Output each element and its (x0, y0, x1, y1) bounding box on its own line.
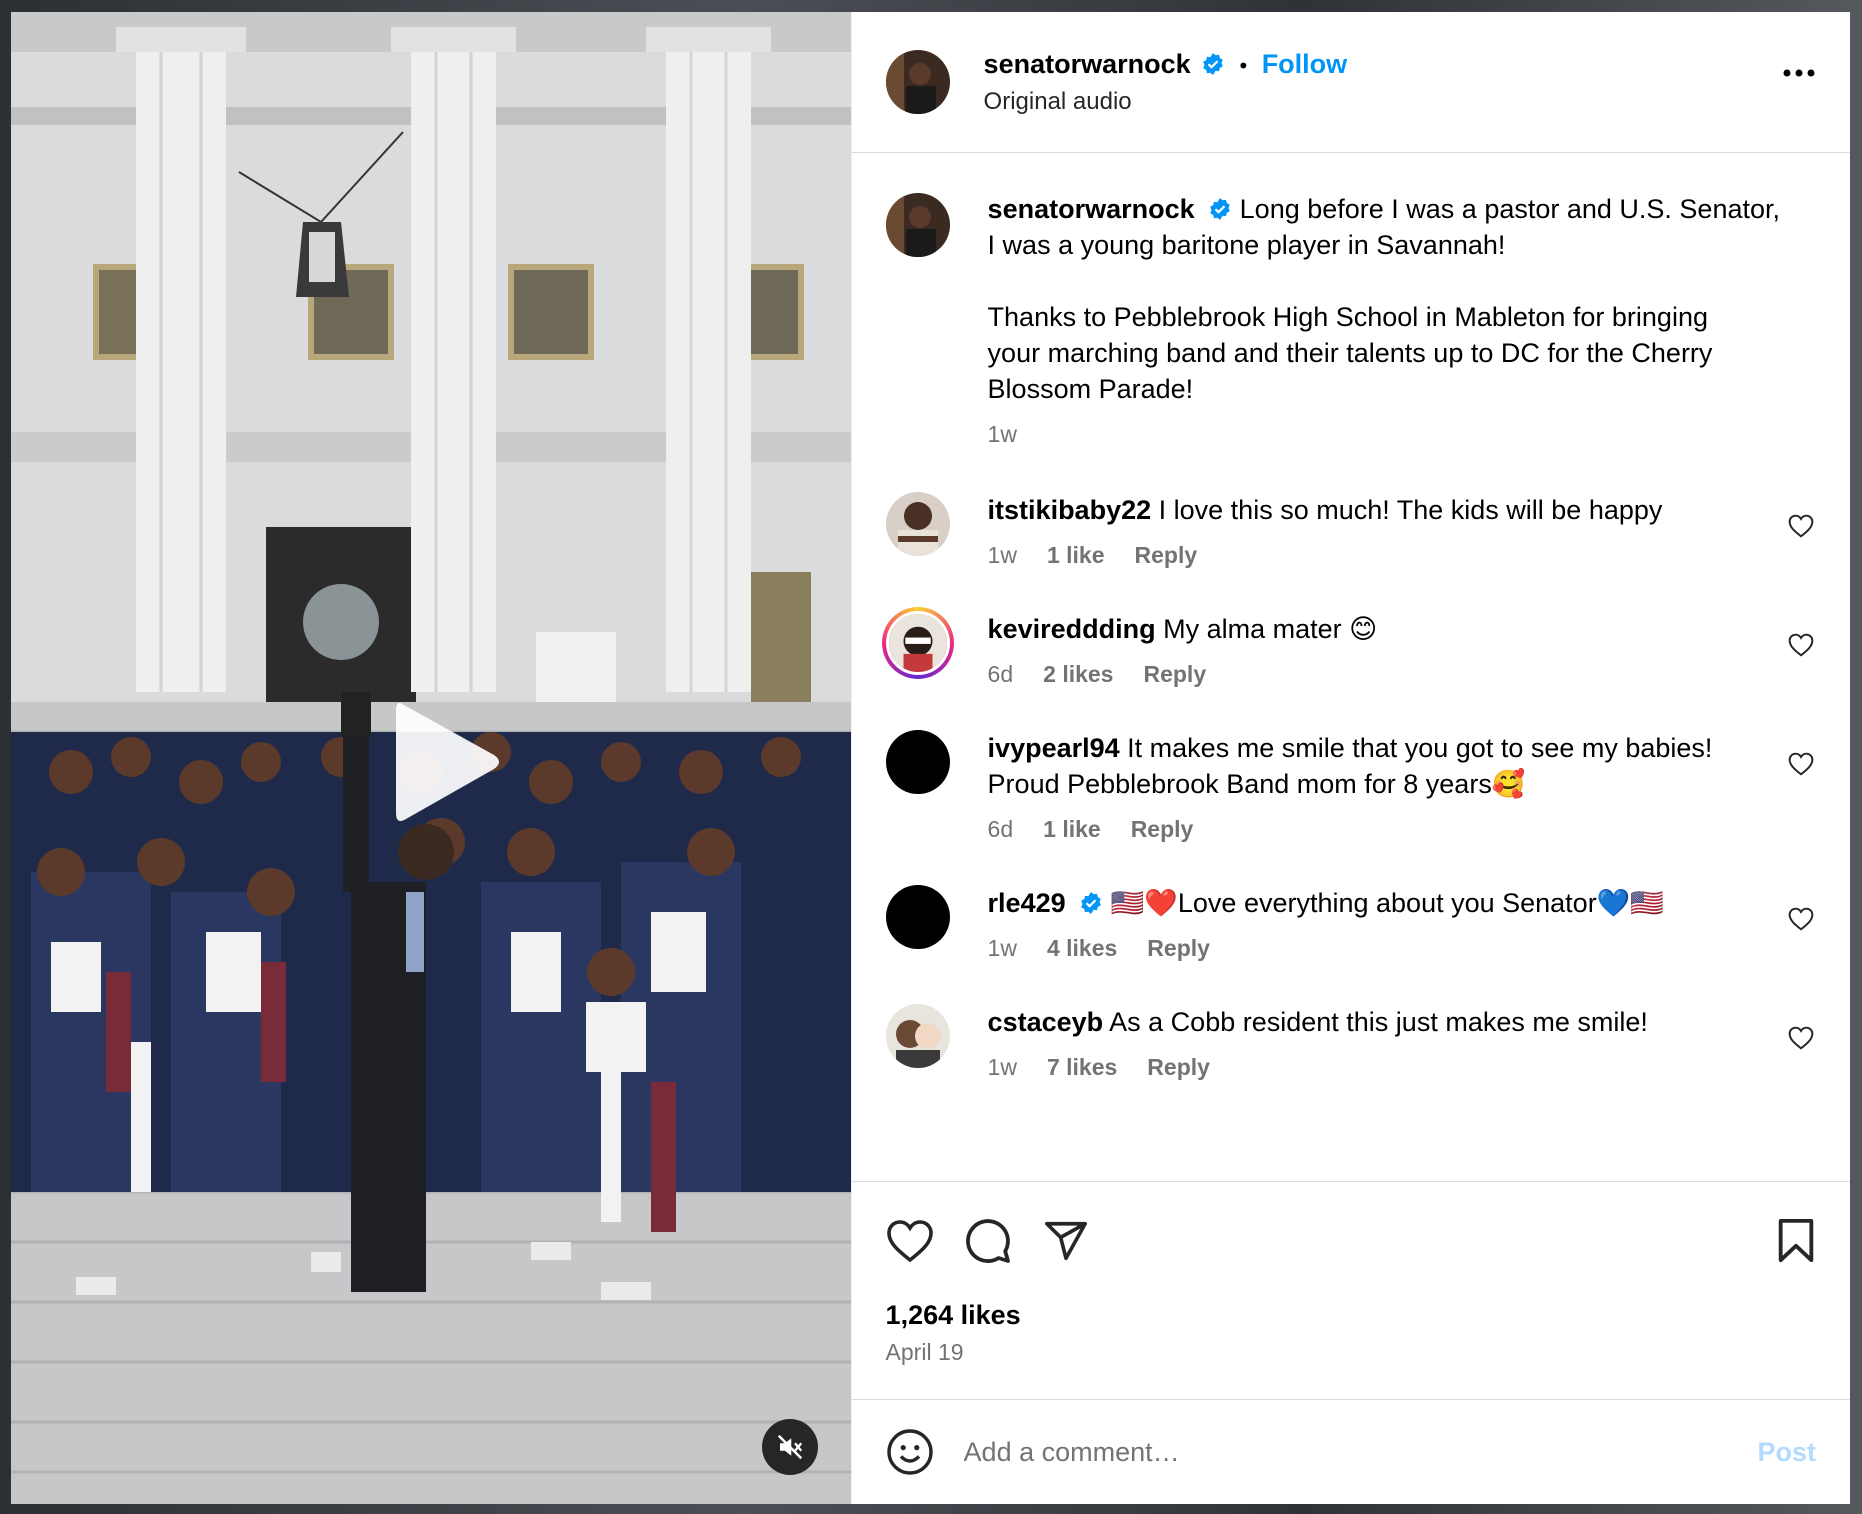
avatar[interactable] (885, 1004, 950, 1068)
speaker-muted-icon (777, 1434, 803, 1460)
caption-username[interactable]: senatorwarnock (988, 194, 1195, 224)
comment-text: As a Cobb resident this just makes me sm… (1109, 1007, 1648, 1037)
comment-username[interactable]: ivypearl94 (988, 733, 1120, 763)
post-actions-bar (851, 1181, 1850, 1300)
caption-text-line: your marching band and their talents up … (987, 338, 1713, 368)
avatar[interactable] (885, 193, 950, 257)
verified-badge-icon (1081, 892, 1101, 914)
heart-icon[interactable] (1788, 514, 1814, 538)
comment-item: kevireddding My alma mater 😊 6d 2 likes … (881, 607, 1816, 688)
comment-bubble-icon[interactable] (964, 1217, 1012, 1265)
heart-icon[interactable] (1788, 907, 1814, 931)
comment-item: rle429 🇺🇸❤️Love everything about you Sen… (885, 885, 1816, 962)
add-comment-bar: Post (851, 1399, 1850, 1504)
paper-plane-icon[interactable] (1042, 1218, 1090, 1264)
verified-badge-icon (1203, 52, 1223, 75)
comment-like-count[interactable]: 4 likes (1047, 935, 1117, 962)
comment-like-count[interactable]: 7 likes (1047, 1054, 1117, 1081)
post-date[interactable]: April 19 (852, 1331, 1850, 1399)
reply-button[interactable]: Reply (1143, 661, 1206, 688)
comment-text: My alma mater 😊 (1163, 614, 1378, 644)
reply-button[interactable]: Reply (1147, 935, 1210, 962)
more-options-icon[interactable] (1782, 68, 1816, 78)
caption-text-line: I was a young baritone player in Savanna… (987, 230, 1506, 260)
post-modal: senatorwarnock • Follow Original audio s… (11, 12, 1850, 1504)
post-comment-button[interactable]: Post (1757, 1437, 1816, 1468)
separator-dot: • (1239, 52, 1248, 78)
avatar[interactable] (885, 50, 950, 114)
comment-item: ivypearl94 It makes me smile that you go… (885, 730, 1816, 843)
avatar[interactable] (881, 607, 954, 679)
comment-text: 🇺🇸❤️Love everything about you Senator💙🇺🇸 (1110, 888, 1664, 918)
comment-text: I love this so much! The kids will be ha… (1158, 495, 1663, 525)
heart-icon[interactable] (1788, 1026, 1814, 1050)
mute-button[interactable] (762, 1419, 818, 1475)
audio-label[interactable]: Original audio (984, 88, 1348, 116)
comment-like-count[interactable]: 1 like (1043, 816, 1101, 843)
heart-icon[interactable] (1788, 633, 1814, 657)
comment-text: Proud Pebblebrook Band mom for 8 years🥰 (987, 769, 1526, 799)
comment-text: It makes me smile that you got to see my… (1127, 733, 1713, 763)
comment-input[interactable] (961, 1435, 1758, 1469)
avatar[interactable] (885, 492, 950, 556)
comment-timestamp[interactable]: 1w (988, 542, 1017, 569)
heart-icon[interactable] (886, 1219, 934, 1263)
avatar[interactable] (885, 730, 950, 794)
follow-button[interactable]: Follow (1262, 49, 1347, 79)
post-side-panel: senatorwarnock • Follow Original audio s… (850, 12, 1850, 1504)
post-caption: senatorwarnock Long before I was a pasto… (885, 193, 1816, 448)
play-icon[interactable] (366, 687, 516, 837)
comment-username[interactable]: rle429 (988, 888, 1066, 918)
comment-username[interactable]: itstikibaby22 (988, 495, 1152, 525)
bookmark-icon[interactable] (1776, 1218, 1816, 1264)
smiley-icon[interactable] (886, 1428, 934, 1476)
comment-item: itstikibaby22 I love this so much! The k… (885, 492, 1816, 569)
caption-timestamp[interactable]: 1w (988, 421, 1017, 448)
post-author-username[interactable]: senatorwarnock (984, 49, 1191, 79)
video-player[interactable] (11, 12, 851, 1504)
reply-button[interactable]: Reply (1147, 1054, 1210, 1081)
comment-timestamp[interactable]: 1w (988, 1054, 1017, 1081)
comment-like-count[interactable]: 1 like (1047, 542, 1105, 569)
comment-timestamp[interactable]: 6d (988, 816, 1014, 843)
comment-username[interactable]: cstaceyb (988, 1007, 1104, 1037)
avatar[interactable] (885, 885, 950, 949)
heart-icon[interactable] (1788, 752, 1814, 776)
verified-badge-icon (1210, 198, 1230, 220)
like-count[interactable]: 1,264 likes (852, 1300, 1850, 1331)
reply-button[interactable]: Reply (1135, 542, 1198, 569)
comments-list[interactable]: senatorwarnock Long before I was a pasto… (852, 153, 1850, 1181)
comment-username[interactable]: kevireddding (988, 614, 1156, 644)
caption-text-line: Long before I was a pastor and U.S. Sena… (1239, 194, 1780, 224)
caption-text-line: Blossom Parade! (987, 374, 1194, 404)
comment-like-count[interactable]: 2 likes (1043, 661, 1113, 688)
comment-timestamp[interactable]: 6d (988, 661, 1014, 688)
reply-button[interactable]: Reply (1131, 816, 1194, 843)
comment-item: cstaceyb As a Cobb resident this just ma… (885, 1004, 1816, 1081)
caption-text-line: Thanks to Pebblebrook High School in Mab… (987, 302, 1708, 332)
comment-timestamp[interactable]: 1w (988, 935, 1017, 962)
post-header: senatorwarnock • Follow Original audio (851, 12, 1850, 153)
